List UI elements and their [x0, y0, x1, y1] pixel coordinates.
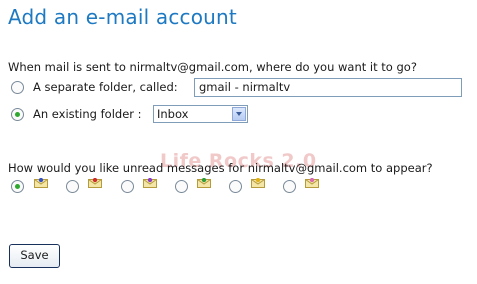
radio-unread-style-3[interactable]: [121, 180, 134, 193]
folder-question: When mail is sent to nirmaltv@gmail.com,…: [8, 60, 417, 74]
envelope-green-dot-icon: [197, 178, 211, 188]
existing-folder-select[interactable]: Inbox: [153, 105, 248, 123]
page-title: Add an e-mail account: [8, 5, 237, 29]
envelope-blue-dot-icon: [34, 178, 48, 188]
existing-folder-label: An existing folder :: [33, 107, 142, 121]
envelope-pink-dot-icon: [305, 178, 319, 188]
radio-unread-style-2[interactable]: [66, 180, 79, 193]
radio-existing-folder[interactable]: [11, 108, 24, 121]
radio-unread-style-1[interactable]: [11, 180, 24, 193]
radio-unread-style-5[interactable]: [229, 180, 242, 193]
separate-folder-input[interactable]: gmail - nirmaltv: [194, 78, 462, 97]
radio-unread-style-6[interactable]: [283, 180, 296, 193]
save-button[interactable]: Save: [9, 244, 60, 268]
chevron-down-icon[interactable]: [232, 107, 246, 121]
unread-question: How would you like unread messages for n…: [8, 161, 433, 175]
existing-folder-selected-value: Inbox: [157, 107, 189, 121]
radio-separate-folder[interactable]: [11, 81, 24, 94]
separate-folder-label: A separate folder, called:: [33, 80, 178, 94]
envelope-red-dot-icon: [88, 178, 102, 188]
envelope-purple-dot-icon: [143, 178, 157, 188]
envelope-yellow-dot-icon: [251, 178, 265, 188]
radio-unread-style-4[interactable]: [175, 180, 188, 193]
